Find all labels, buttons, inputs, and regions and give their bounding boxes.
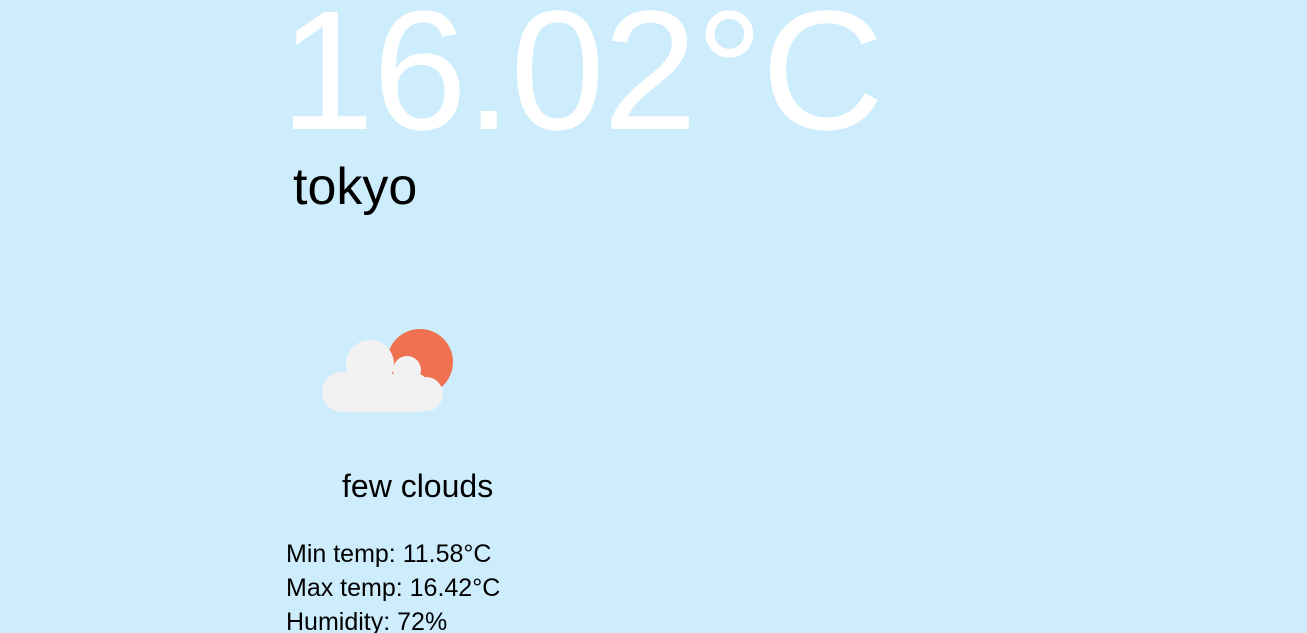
city-name: tokyo — [293, 158, 418, 216]
humidity: Humidity: 72% — [286, 608, 448, 633]
weather-details: Min temp: 11.58°C Max temp: 16.42°C Humi… — [286, 537, 500, 633]
few-clouds-icon — [320, 322, 456, 418]
min-temp: Min temp: 11.58°C — [286, 540, 492, 568]
current-temperature: 16.02°C — [280, 0, 884, 166]
max-temp: Max temp: 16.42°C — [286, 574, 501, 602]
weather-page: 16.02°C tokyo few clouds Min temp: 11.58… — [0, 0, 1307, 633]
weather-description: few clouds — [342, 468, 494, 504]
